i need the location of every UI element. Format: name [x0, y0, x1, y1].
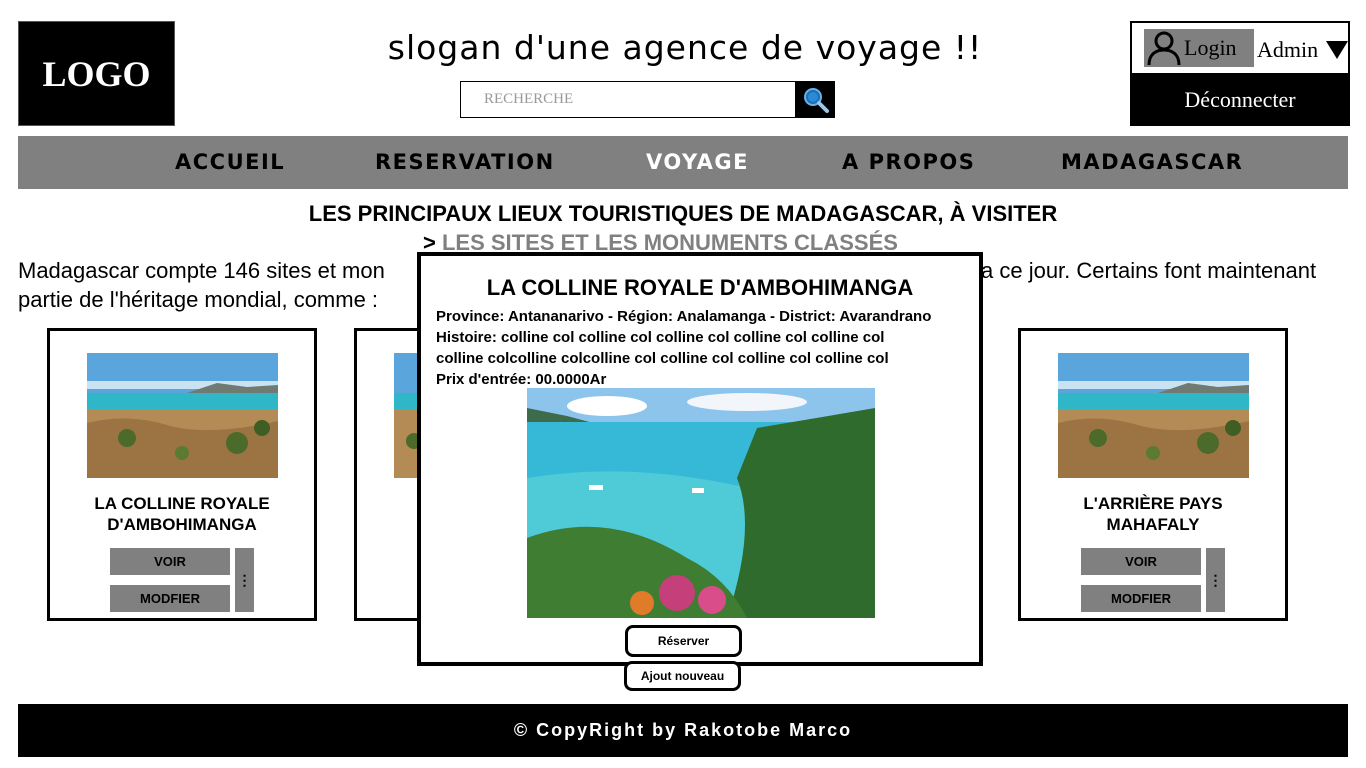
login-label: Login	[1184, 35, 1237, 60]
logout-button[interactable]: Déconnecter	[1132, 75, 1348, 125]
account-header: Login Admin	[1132, 23, 1348, 73]
site-image	[1058, 353, 1249, 478]
copyright-text: © CopyRight by Rakotobe Marco	[513, 720, 853, 740]
modal-image	[527, 388, 875, 618]
more-options-button[interactable]: ⋮	[235, 548, 254, 612]
reserve-button[interactable]: Réserver	[625, 625, 742, 657]
site-title: L'ARRIÈRE PAYS MAHAFALY	[1026, 493, 1280, 535]
main-nav: ACCUEIL RESERVATION VOYAGE A PROPOS MADA…	[18, 136, 1348, 189]
modal-location: Province: Antananarivo - Région: Analama…	[436, 308, 932, 325]
site-detail-modal: LA COLLINE ROYALE D'AMBOHIMANGA Province…	[417, 252, 983, 666]
intro-line2: partie de l'héritage mondial, comme :	[18, 287, 379, 312]
modal-history-line1: Histoire: colline col colline col collin…	[436, 329, 885, 346]
site-image	[87, 353, 278, 478]
search-input[interactable]	[460, 81, 796, 118]
view-button[interactable]: VOIR	[110, 548, 230, 575]
more-options-button[interactable]: ⋮	[1206, 548, 1225, 612]
edit-button[interactable]: MODFIER	[1081, 585, 1201, 612]
nav-item-accueil[interactable]: ACCUEIL	[175, 150, 285, 174]
site-slogan: slogan d'une agence de voyage !!	[387, 28, 983, 67]
site-title-line2: D'AMBOHIMANGA	[107, 515, 257, 534]
modal-info: Province: Antananarivo - Région: Analama…	[436, 306, 976, 390]
modal-title: LA COLLINE ROYALE D'AMBOHIMANGA	[486, 275, 914, 300]
edit-button[interactable]: MODFIER	[110, 585, 230, 612]
nav-item-madagascar[interactable]: MADAGASCAR	[1061, 150, 1243, 174]
site-card: L'ARRIÈRE PAYS MAHAFALY VOIR MODFIER ⋮	[1018, 328, 1288, 621]
nav-item-voyage[interactable]: VOYAGE	[646, 150, 749, 174]
footer: © CopyRight by Rakotobe Marco	[18, 704, 1348, 757]
view-button[interactable]: VOIR	[1081, 548, 1201, 575]
site-card: LA COLLINE ROYALE D'AMBOHIMANGA VOIR MOD…	[47, 328, 317, 621]
page-title: LES PRINCIPAUX LIEUX TOURISTIQUES DE MAD…	[308, 201, 1058, 226]
login-button[interactable]: Login	[1144, 29, 1254, 67]
user-icon	[1144, 29, 1184, 67]
intro-line1-left: Madagascar compte 146 sites et mon	[18, 258, 385, 283]
add-new-button[interactable]: Ajout nouveau	[624, 661, 741, 691]
modal-history-line2: colline colcolline colcolline col collin…	[436, 350, 889, 367]
user-name: Admin	[1257, 37, 1319, 62]
search-icon	[803, 87, 829, 113]
site-title: LA COLLINE ROYALE D'AMBOHIMANGA	[55, 493, 309, 535]
account-panel: Login Admin Déconnecter	[1130, 21, 1350, 126]
site-title-line2: MAHAFALY	[1106, 515, 1200, 534]
site-title-line1: LA COLLINE ROYALE	[94, 494, 270, 513]
intro-line1-right: a ce jour. Certains font maintenant	[981, 258, 1317, 283]
nav-item-reservation[interactable]: RESERVATION	[375, 150, 555, 174]
search-button[interactable]	[796, 81, 835, 118]
logo[interactable]: LOGO	[18, 21, 175, 126]
chevron-down-icon[interactable]	[1326, 41, 1348, 59]
modal-price: Prix d'entrée: 00.0000Ar	[436, 371, 607, 388]
site-title-line1: L'ARRIÈRE PAYS	[1083, 494, 1223, 513]
nav-item-a-propos[interactable]: A PROPOS	[842, 150, 975, 174]
